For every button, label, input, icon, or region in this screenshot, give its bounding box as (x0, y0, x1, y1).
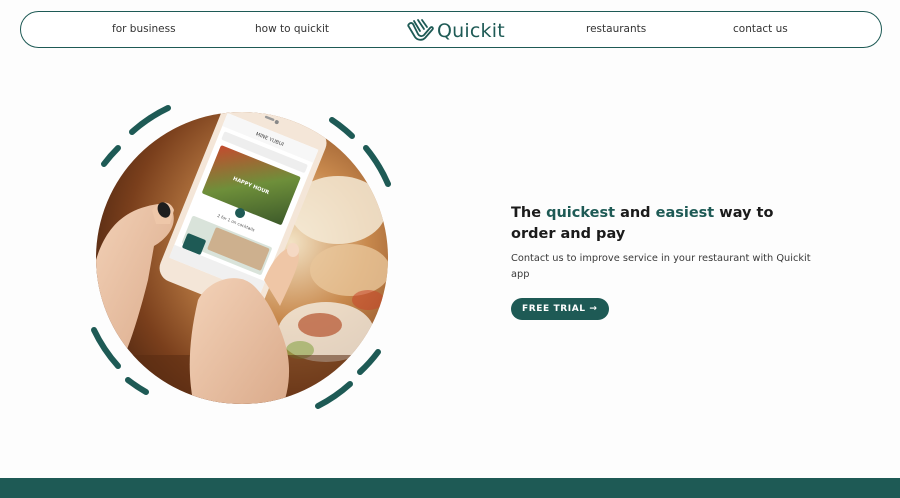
brand-logo[interactable]: Quickit (406, 17, 505, 43)
hero-copy: The quickest and easiest way to order an… (511, 203, 811, 320)
hero-headline: The quickest and easiest way to order an… (511, 205, 774, 242)
footer-band (0, 478, 900, 498)
free-trial-button[interactable]: FREE TRIAL → (511, 298, 609, 320)
nav-link-how-to-quickit[interactable]: how to quickit (255, 23, 329, 35)
nav-link-restaurants[interactable]: restaurants (586, 23, 646, 35)
top-navigation: for business how to quickit Quickit rest… (20, 11, 882, 48)
nav-link-contact-us[interactable]: contact us (733, 23, 788, 35)
hand-wave-logo-icon (407, 19, 434, 41)
hero-subtext: Contact us to improve service in your re… (511, 253, 811, 280)
headline-accent-easiest: easiest (655, 205, 715, 221)
brand-name: Quickit (437, 20, 505, 42)
hero-image: MINE YUBUI HAPPY HOUR 2 for 1 on cocktai… (88, 100, 400, 416)
nav-link-for-business[interactable]: for business (112, 23, 176, 35)
headline-accent-quickest: quickest (546, 205, 616, 221)
